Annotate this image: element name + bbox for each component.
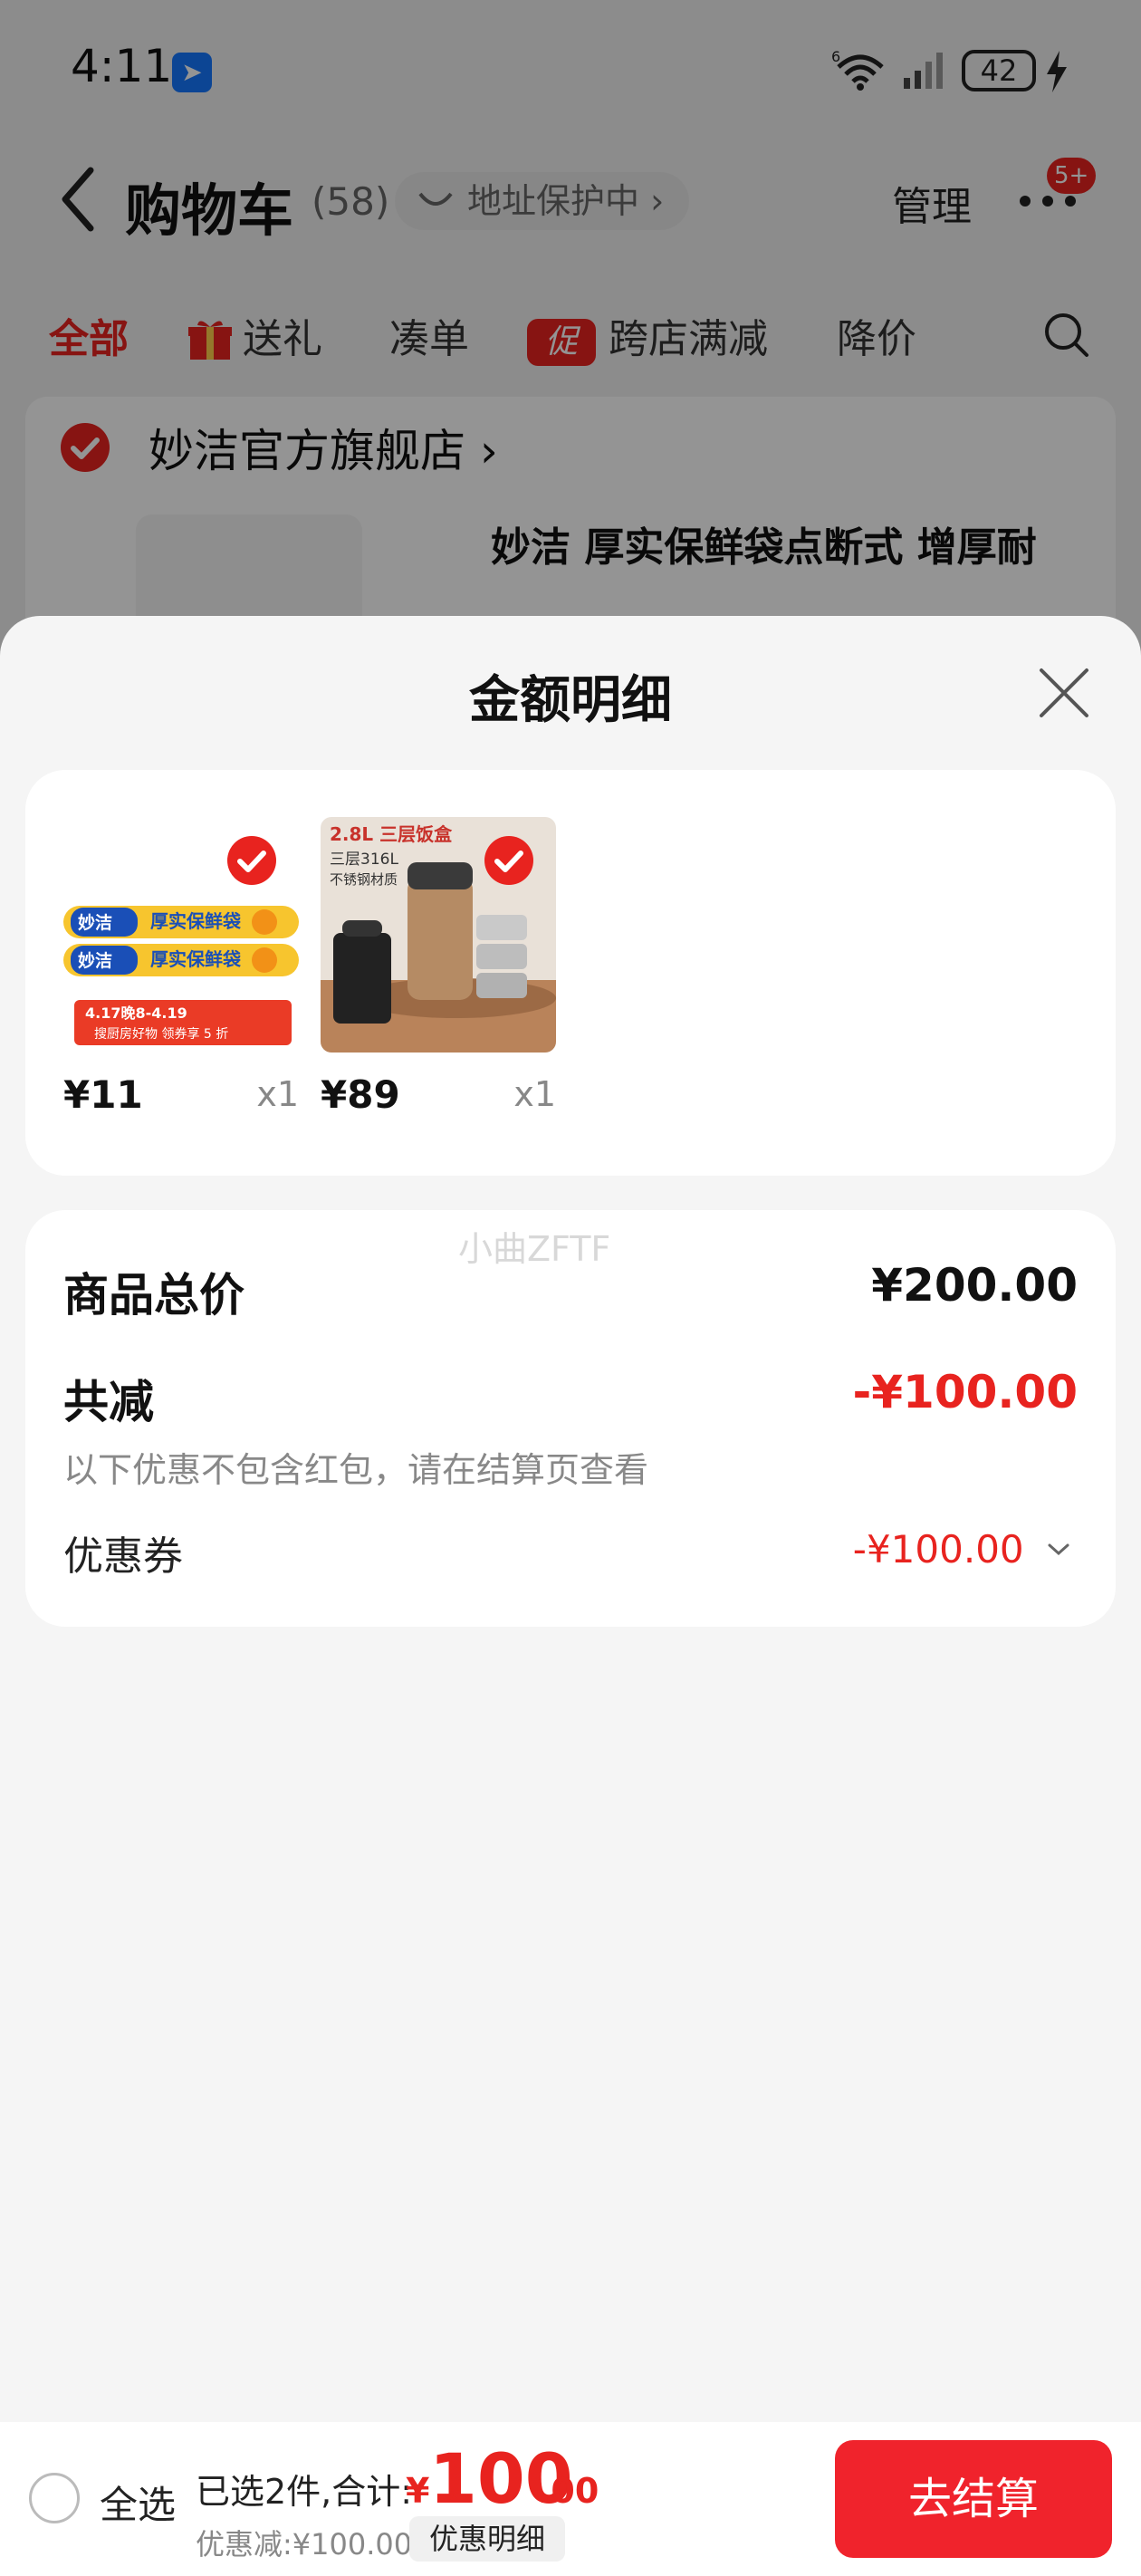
selected-item[interactable]: 2.8L 三层饭盒 三层316L 不锈钢材质 ¥89 x1 bbox=[321, 817, 556, 1125]
total-currency: ¥ bbox=[406, 2471, 430, 2511]
svg-text:厚实保鲜袋: 厚实保鲜袋 bbox=[150, 948, 242, 970]
price-summary-card: 商品总价 ¥200.00 共减 -¥100.00 以下优惠不包含红包，请在结算页… bbox=[25, 1210, 1116, 1627]
item-quantity: x1 bbox=[256, 1074, 299, 1114]
svg-text:不锈钢材质: 不锈钢材质 bbox=[330, 871, 398, 888]
svg-text:妙洁: 妙洁 bbox=[78, 912, 112, 933]
coupon-value: -¥100.00 bbox=[852, 1527, 1024, 1572]
sheet-title: 金额明细 bbox=[469, 671, 672, 730]
svg-text:搜厨房好物 领券享 5 折: 搜厨房好物 领券享 5 折 bbox=[94, 1026, 228, 1042]
selected-item[interactable]: 妙洁 妙洁 厚实保鲜袋 厚实保鲜袋 4.17晚8-4.19 搜厨房好物 领券享 … bbox=[63, 817, 299, 1125]
discount-label: 共减 bbox=[63, 1376, 154, 1428]
item-check-icon[interactable] bbox=[484, 835, 534, 886]
total-price-value: ¥200.00 bbox=[871, 1259, 1078, 1312]
chevron-down-icon bbox=[1048, 1543, 1069, 1556]
svg-text:厚实保鲜袋: 厚实保鲜袋 bbox=[150, 910, 242, 932]
coupon-row-toggle[interactable]: -¥100.00 bbox=[853, 1527, 1070, 1572]
discount-value: -¥100.00 bbox=[852, 1366, 1079, 1418]
watermark: 小曲ZFTF bbox=[458, 1229, 611, 1269]
discount-detail-button[interactable]: 优惠明细 bbox=[409, 2516, 565, 2562]
selected-summary: 已选2件,合计: bbox=[196, 2472, 413, 2512]
checkout-bar: 全选 已选2件,合计: ¥ 100 .00 优惠减:¥100.00 优惠明细 去… bbox=[0, 2422, 1141, 2576]
amount-detail-sheet: 金额明细 妙洁 妙洁 厚实保鲜袋 厚实保鲜袋 4.17晚8-4.19 搜厨房好物… bbox=[0, 616, 1141, 2576]
bottom-discount-note: 优惠减:¥100.00 bbox=[196, 2527, 413, 2562]
item-quantity: x1 bbox=[513, 1074, 556, 1114]
total-decimals: .00 bbox=[538, 2471, 599, 2511]
close-icon[interactable] bbox=[1038, 667, 1090, 719]
selected-items-card: 妙洁 妙洁 厚实保鲜袋 厚实保鲜袋 4.17晚8-4.19 搜厨房好物 领券享 … bbox=[25, 770, 1116, 1176]
total-price-label: 商品总价 bbox=[63, 1269, 244, 1322]
item-price: ¥11 bbox=[63, 1072, 143, 1117]
discount-note: 以下优惠不包含红包，请在结算页查看 bbox=[63, 1450, 649, 1490]
select-all-label[interactable]: 全选 bbox=[100, 2475, 176, 2530]
svg-text:妙洁: 妙洁 bbox=[78, 950, 112, 971]
coupon-label: 优惠券 bbox=[63, 1533, 183, 1580]
svg-text:三层316L: 三层316L bbox=[330, 851, 398, 869]
svg-text:4.17晚8-4.19: 4.17晚8-4.19 bbox=[85, 1004, 187, 1022]
select-all-radio[interactable] bbox=[29, 2473, 80, 2523]
checkout-button[interactable]: 去结算 bbox=[835, 2440, 1112, 2558]
item-check-icon[interactable] bbox=[226, 835, 277, 886]
item-price: ¥89 bbox=[321, 1072, 400, 1117]
svg-text:2.8L 三层饭盒: 2.8L 三层饭盒 bbox=[330, 823, 453, 845]
